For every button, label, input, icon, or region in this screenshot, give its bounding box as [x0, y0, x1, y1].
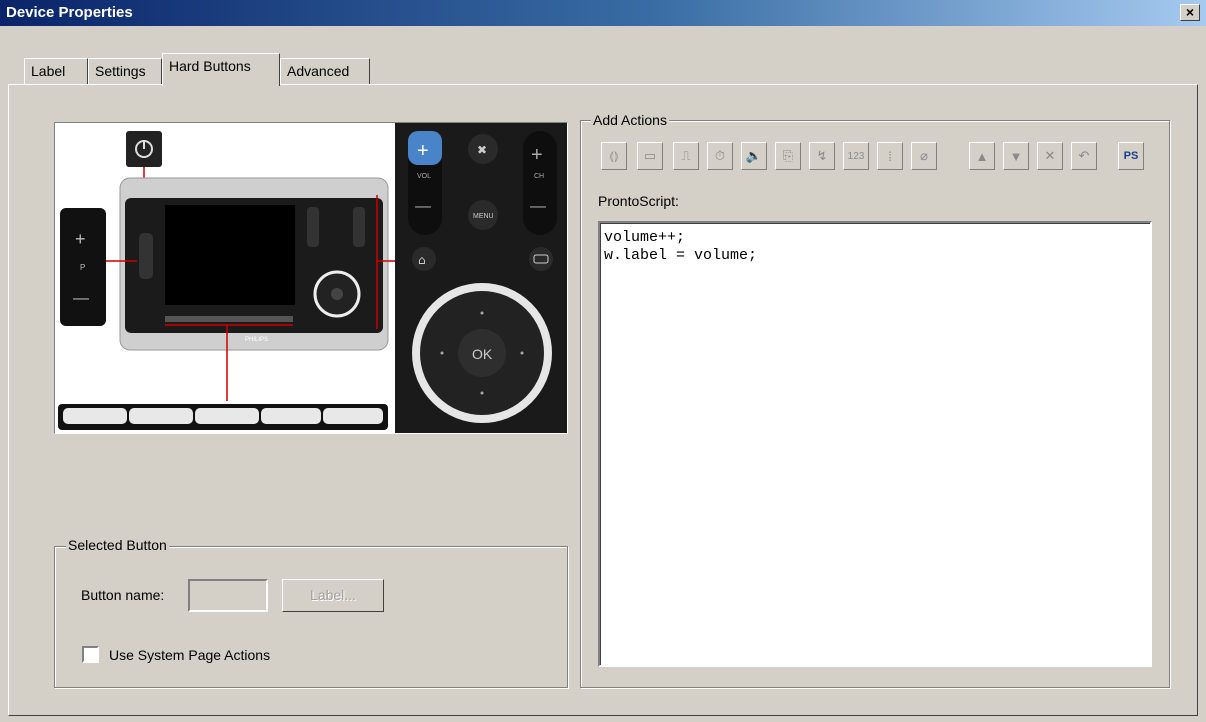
serial-icon[interactable]: ▭ — [637, 142, 663, 170]
svg-text:VOL: VOL — [417, 173, 431, 180]
soft-button-3[interactable] — [195, 408, 259, 424]
ir-code-icon[interactable]: ⦅⦆ — [601, 142, 627, 170]
svg-text:—: — — [530, 198, 546, 215]
svg-text:MENU: MENU — [473, 213, 494, 220]
tab-advanced[interactable]: Advanced — [280, 58, 370, 85]
remote-image: PHILIPS + P — + VOL — ✖ + CH — MENU ⌂ OK — [54, 122, 568, 434]
soft-button-4[interactable] — [261, 408, 321, 424]
guide-button[interactable] — [529, 247, 553, 271]
title-bar: Device Properties × — [0, 0, 1206, 26]
add-actions-legend: Add Actions — [591, 112, 669, 128]
use-system-actions-label: Use System Page Actions — [109, 647, 271, 663]
button-name-label: Button name: — [81, 587, 165, 603]
svg-text:✖: ✖ — [477, 143, 487, 157]
tab-label[interactable]: Label — [24, 58, 88, 85]
close-button[interactable]: × — [1180, 4, 1200, 21]
selected-button-group — [54, 546, 568, 688]
prontoscript-label: ProntoScript: — [598, 193, 679, 209]
button-name-field[interactable] — [188, 579, 268, 612]
remote-illustration: PHILIPS + P — + VOL — ✖ + CH — MENU ⌂ OK — [58, 123, 567, 433]
svg-text:OK: OK — [472, 346, 493, 362]
variable-icon[interactable]: ⁞ — [877, 142, 903, 170]
soft-button-1[interactable] — [63, 408, 127, 424]
tab-hard-buttons[interactable]: Hard Buttons — [162, 53, 280, 86]
macro-icon[interactable]: ↯ — [809, 142, 835, 170]
script-line: volume++; — [604, 229, 686, 246]
script-line: w.label = volume; — [604, 247, 758, 264]
svg-text:CH: CH — [534, 173, 544, 180]
svg-text:+: + — [75, 229, 86, 249]
soft-button-2[interactable] — [129, 408, 193, 424]
svg-text:P: P — [80, 263, 85, 272]
tab-settings[interactable]: Settings — [88, 58, 162, 85]
use-system-actions-checkbox[interactable] — [82, 646, 99, 663]
selected-button-legend: Selected Button — [66, 537, 169, 553]
svg-text:—: — — [415, 198, 431, 215]
tag-icon[interactable]: ⌀ — [911, 142, 937, 170]
label-button[interactable]: Label... — [282, 579, 384, 612]
delete-icon[interactable]: ✕ — [1037, 142, 1063, 170]
svg-text:+: + — [531, 144, 543, 166]
soft-button-5[interactable] — [323, 408, 383, 424]
undo-icon[interactable]: ↶ — [1071, 142, 1097, 170]
page-jump-icon[interactable]: ⎘ — [775, 142, 801, 170]
svg-text:⌂: ⌂ — [418, 253, 426, 267]
prontoscript-icon[interactable]: PS — [1118, 142, 1144, 170]
prontoscript-editor[interactable]: volume++; w.label = volume; — [598, 221, 1152, 667]
waveform-icon[interactable]: ⎍ — [673, 142, 699, 170]
move-up-icon[interactable]: ▲ — [969, 142, 995, 170]
move-down-icon[interactable]: ▼ — [1003, 142, 1029, 170]
timer-icon[interactable]: ⏱ — [707, 142, 733, 170]
svg-text:+: + — [417, 140, 429, 162]
window-title: Device Properties — [6, 4, 133, 21]
brand-text: PHILIPS — [245, 337, 268, 343]
svg-text:—: — — [73, 290, 89, 307]
sound-icon[interactable]: 🔈 — [741, 142, 767, 170]
number-icon[interactable]: 123 — [843, 142, 869, 170]
